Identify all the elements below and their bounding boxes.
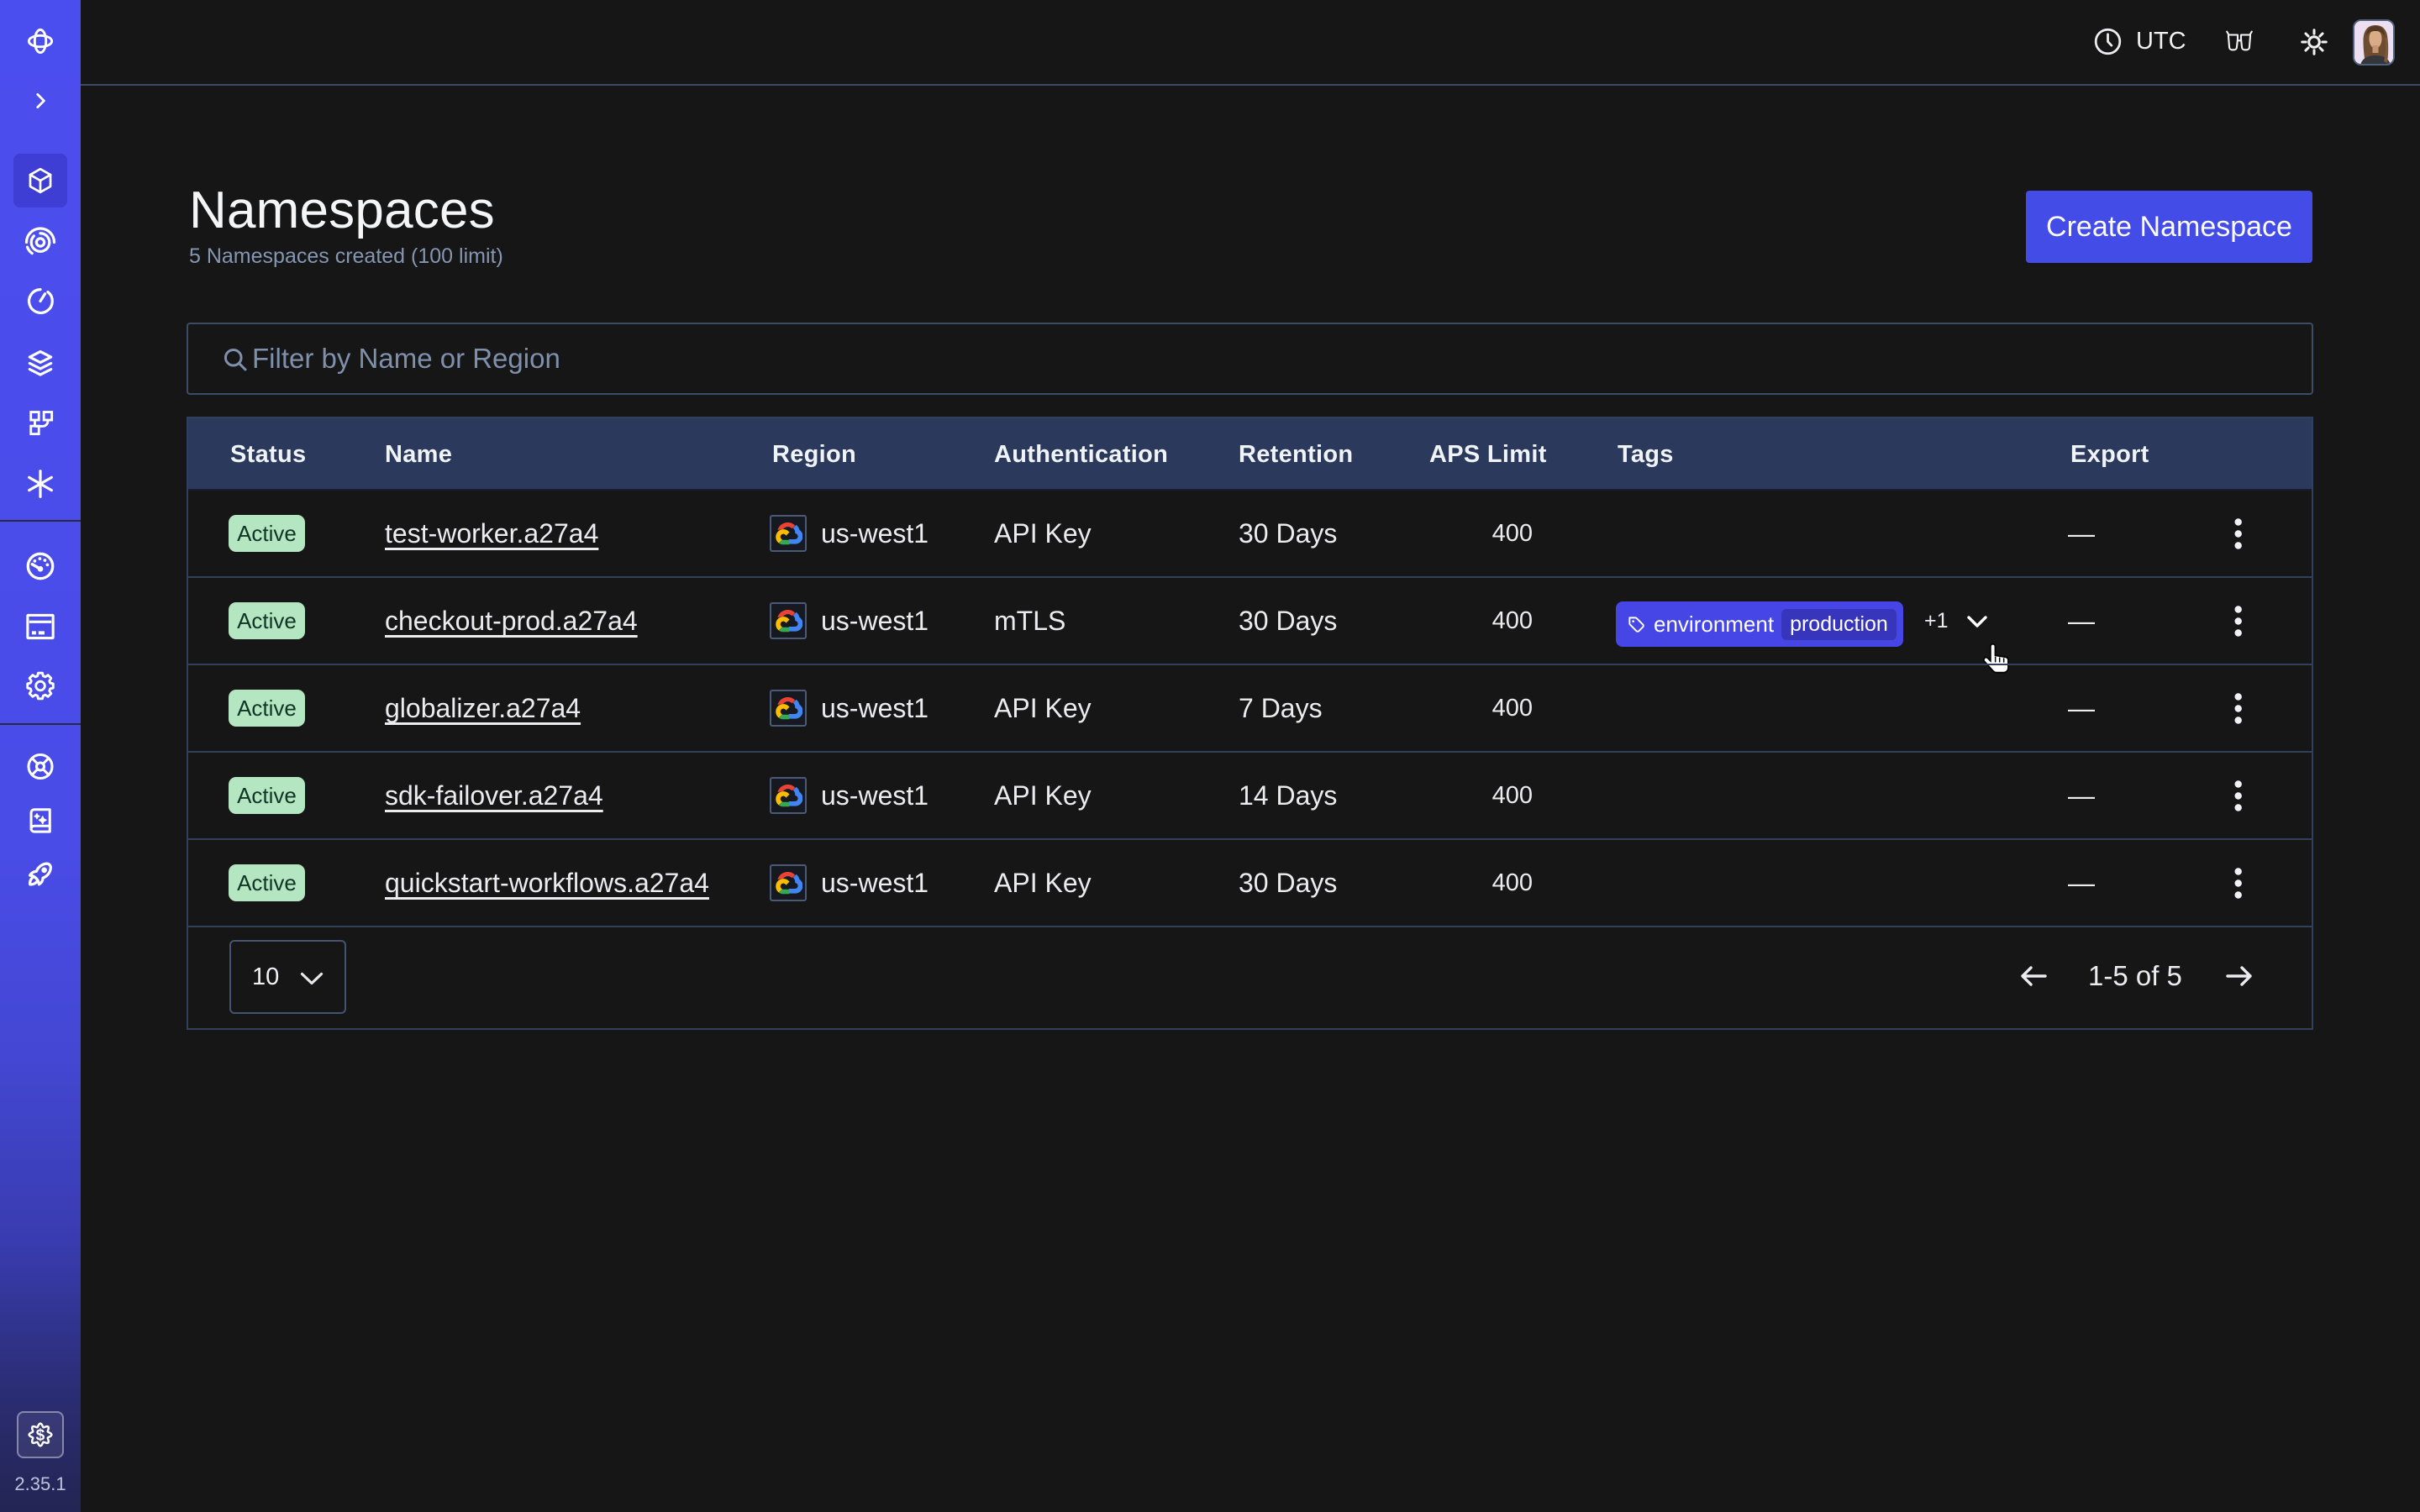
- svg-text:$: $: [36, 1427, 45, 1445]
